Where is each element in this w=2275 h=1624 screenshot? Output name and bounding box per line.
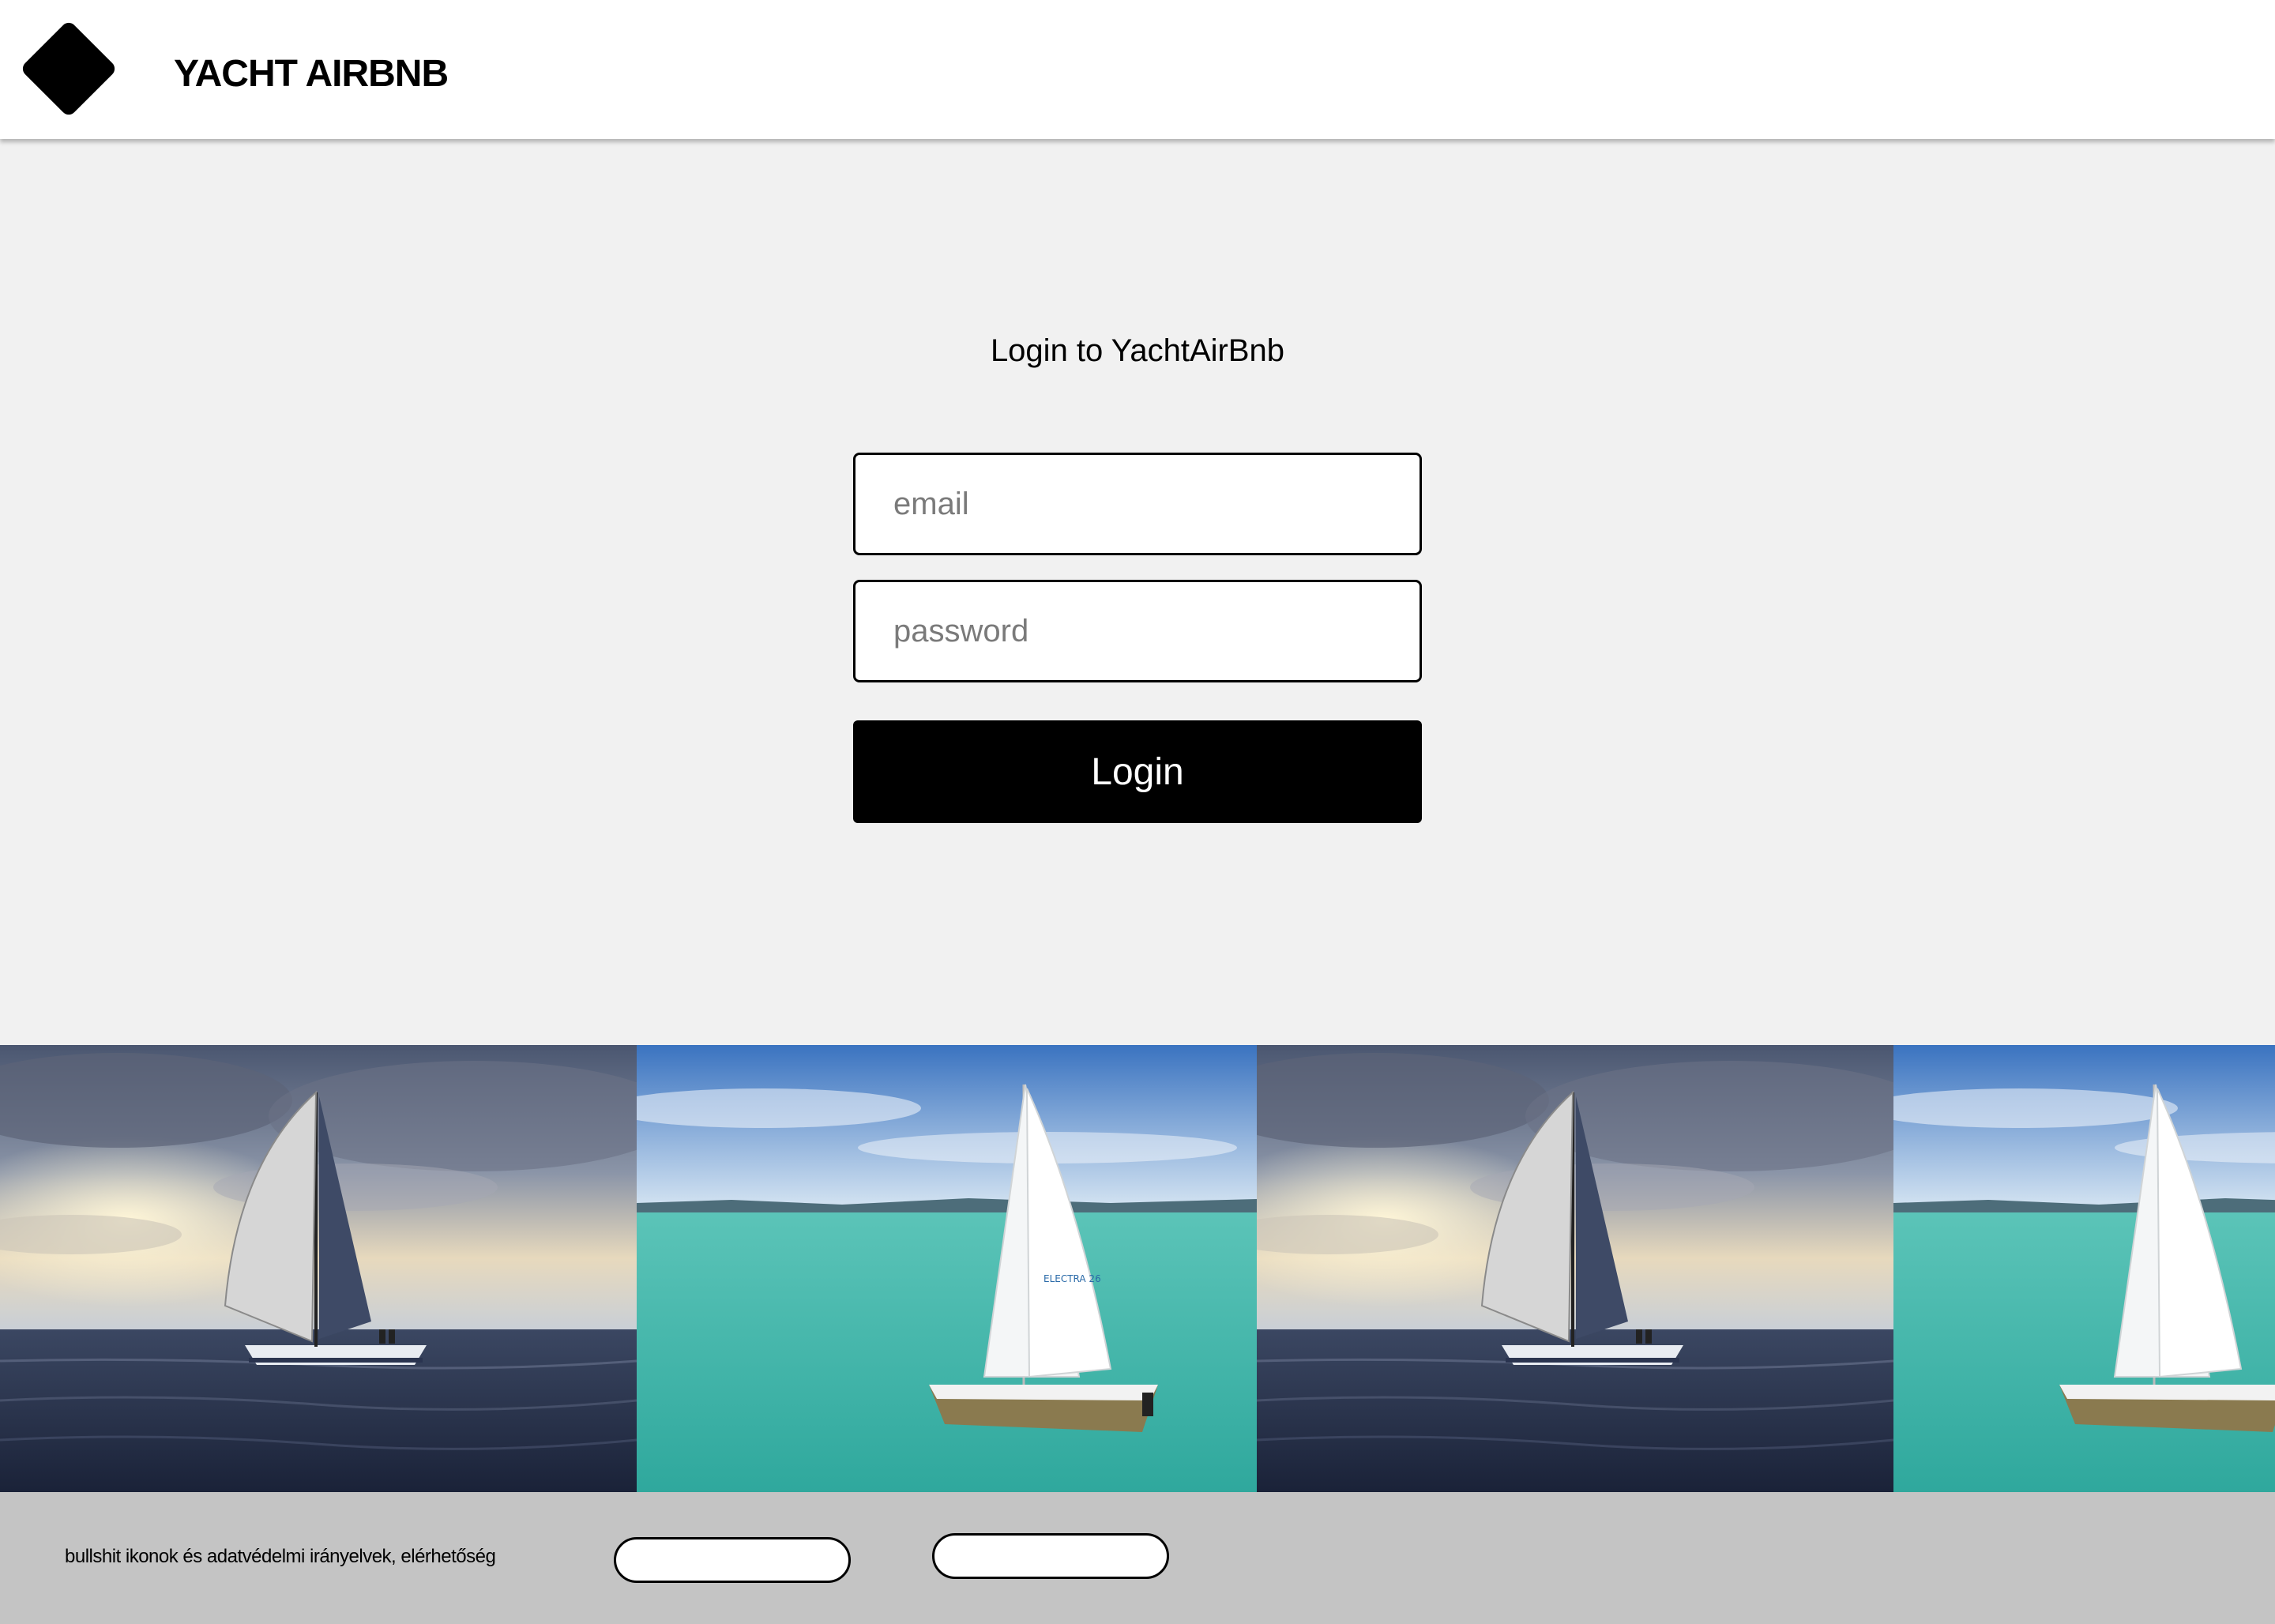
footer: bullshit ikonok és adatvédelmi irányelve… — [0, 1492, 2275, 1624]
footer-button-1[interactable] — [614, 1537, 851, 1583]
sailboat-sunset-photo — [1257, 1045, 1893, 1492]
login-button[interactable]: Login — [853, 720, 1422, 823]
email-input[interactable] — [855, 455, 1420, 553]
email-field-wrapper — [853, 453, 1422, 555]
password-input[interactable] — [855, 582, 1420, 680]
footer-text: bullshit ikonok és adatvédelmi irányelve… — [65, 1546, 496, 1567]
brand-title[interactable]: YACHT AIRBNB — [174, 52, 449, 96]
login-title: Login to YachtAirBnb — [990, 333, 1285, 368]
top-header: YACHT AIRBNB — [0, 0, 2275, 139]
sailboat-turquoise-lake-photo — [1893, 1045, 2275, 1492]
svg-text:ELECTRA 26: ELECTRA 26 — [1043, 1273, 1101, 1284]
sailboat-turquoise-lake-photo: ELECTRA 26 — [637, 1045, 1257, 1492]
photo-gallery: ELECTRA 26 — [0, 1045, 2275, 1492]
sailboat-sunset-photo — [0, 1045, 637, 1492]
password-field-wrapper — [853, 580, 1422, 682]
diamond-logo-icon[interactable] — [19, 19, 118, 118]
footer-button-2[interactable] — [932, 1533, 1169, 1579]
